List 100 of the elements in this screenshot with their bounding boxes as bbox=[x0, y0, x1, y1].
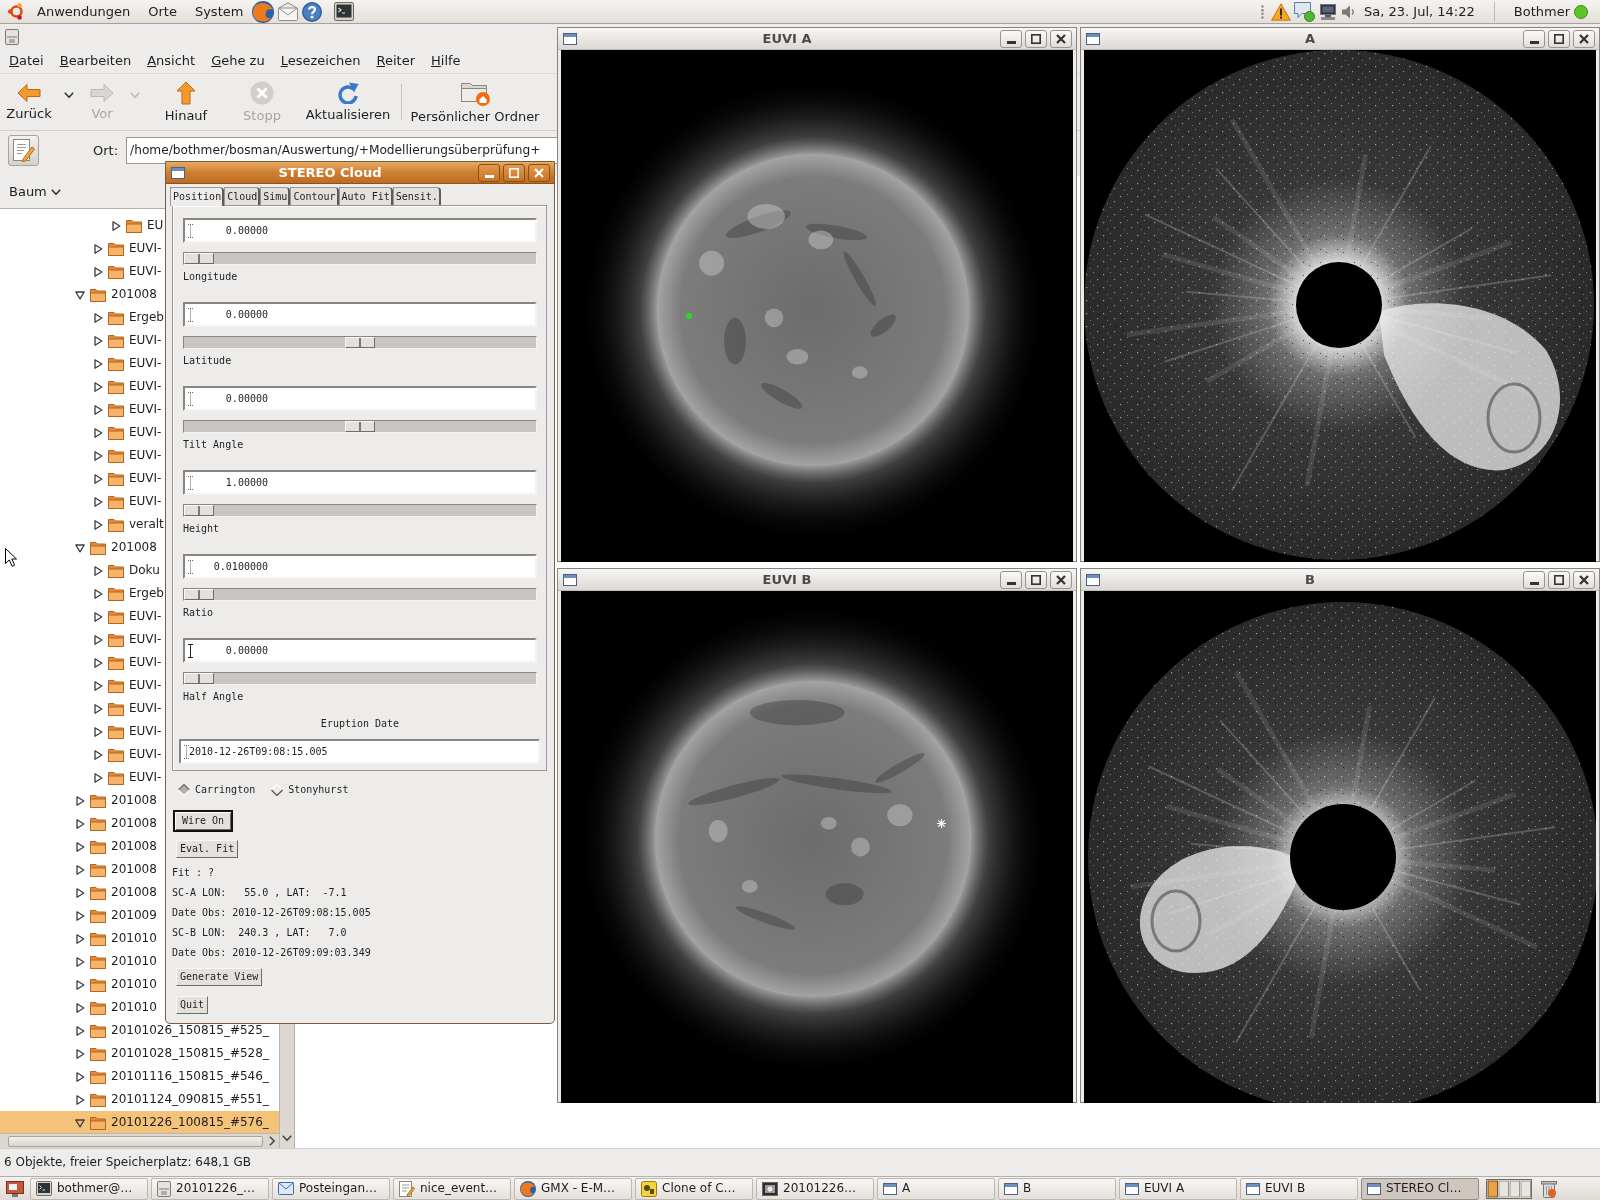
tree-item[interactable]: EUVI- bbox=[91, 766, 164, 789]
taskbar-button[interactable]: EUVI B bbox=[1240, 1177, 1358, 1200]
tab[interactable]: Auto Fit bbox=[338, 187, 393, 205]
menu-item[interactable]: Bearbeiten bbox=[51, 52, 140, 69]
expander-icon[interactable] bbox=[93, 749, 103, 760]
view-dropdown[interactable]: Baum bbox=[7, 183, 63, 201]
tree-item[interactable]: EUVI- bbox=[91, 352, 164, 375]
expander-icon[interactable] bbox=[93, 680, 103, 691]
minimize-button[interactable] bbox=[1523, 570, 1545, 589]
expander-icon[interactable] bbox=[75, 795, 85, 806]
minimize-button[interactable] bbox=[1000, 570, 1022, 589]
horizontal-scrollbar[interactable] bbox=[0, 1133, 279, 1148]
window-icon[interactable] bbox=[1086, 573, 1100, 586]
expander-icon[interactable] bbox=[75, 933, 85, 944]
taskbar-button[interactable]: GMX - E-M… bbox=[514, 1177, 632, 1200]
tree-item[interactable]: EUVI- bbox=[91, 651, 164, 674]
tree-item[interactable]: 20101116_150815_#546_ bbox=[73, 1065, 271, 1088]
chat-bubble-icon[interactable] bbox=[1294, 1, 1316, 22]
tab[interactable]: Position bbox=[170, 187, 225, 206]
expander-icon[interactable] bbox=[93, 772, 103, 783]
tree-item[interactable]: EUVI- bbox=[91, 237, 164, 260]
slider-thumb[interactable] bbox=[184, 673, 214, 684]
warning-icon[interactable] bbox=[1271, 2, 1292, 21]
envelope-icon[interactable] bbox=[278, 2, 299, 21]
tree-item[interactable]: EUVI- bbox=[91, 421, 164, 444]
menu-item[interactable]: System bbox=[185, 3, 253, 20]
expander-icon[interactable] bbox=[75, 1117, 85, 1128]
tree-item[interactable]: EUVI- bbox=[91, 628, 164, 651]
dialog-button[interactable]: Wire On bbox=[173, 810, 234, 832]
slider-track[interactable] bbox=[183, 504, 537, 517]
back-button[interactable]: Zurück bbox=[0, 76, 58, 128]
slider-track[interactable] bbox=[183, 336, 537, 349]
trash-icon[interactable] bbox=[1541, 1179, 1557, 1198]
up-button[interactable]: Hinauf bbox=[146, 76, 226, 128]
tree-item[interactable]: Ergeb bbox=[91, 582, 166, 605]
input-field[interactable]: 1.00000 bbox=[183, 470, 537, 495]
expander-icon[interactable] bbox=[75, 1002, 85, 1013]
expander-icon[interactable] bbox=[75, 542, 85, 553]
expander-icon[interactable] bbox=[93, 335, 103, 346]
close-button[interactable] bbox=[1573, 29, 1595, 48]
taskbar-button[interactable]: bothmer@… bbox=[30, 1177, 148, 1200]
menu-item[interactable]: Datei bbox=[1, 52, 52, 69]
tree-item[interactable]: EUVI- bbox=[91, 720, 164, 743]
expander-icon[interactable] bbox=[111, 220, 121, 231]
close-button[interactable] bbox=[1050, 570, 1072, 589]
menu-item[interactable]: Reiter bbox=[368, 52, 424, 69]
taskbar-button[interactable]: Posteingan… bbox=[272, 1177, 390, 1200]
clock[interactable]: Sa, 23. Jul, 14:22 bbox=[1355, 3, 1484, 20]
tree-item[interactable]: 201008 bbox=[73, 835, 159, 858]
help-icon[interactable] bbox=[302, 1, 323, 22]
expander-icon[interactable] bbox=[93, 611, 103, 622]
slider-thumb[interactable] bbox=[345, 421, 375, 432]
menu-item[interactable]: Ansicht bbox=[139, 52, 204, 69]
expander-icon[interactable] bbox=[75, 956, 85, 967]
expander-icon[interactable] bbox=[93, 381, 103, 392]
minimize-button[interactable] bbox=[478, 163, 500, 182]
slider-track[interactable] bbox=[183, 420, 537, 433]
expander-icon[interactable] bbox=[75, 1025, 85, 1036]
maximize-button[interactable] bbox=[1025, 29, 1047, 48]
menu-item[interactable]: Hilfe bbox=[423, 52, 469, 69]
expander-icon[interactable] bbox=[75, 1094, 85, 1105]
slider-thumb[interactable] bbox=[184, 589, 214, 600]
input-field[interactable]: 2010-12-26T09:08:15.005 bbox=[179, 739, 540, 764]
tree-item[interactable]: EU bbox=[109, 214, 166, 237]
window-icon[interactable] bbox=[1086, 32, 1100, 45]
tab[interactable]: Cloud bbox=[224, 187, 261, 205]
workspace-switcher-icon[interactable] bbox=[1486, 1178, 1532, 1199]
expander-icon[interactable] bbox=[93, 726, 103, 737]
tree-item[interactable]: 201010 bbox=[73, 927, 159, 950]
home-button[interactable]: Persönlicher Ordner bbox=[405, 76, 545, 128]
tree-item[interactable]: 201010 bbox=[73, 973, 159, 996]
input-field[interactable]: 0.00000 bbox=[183, 638, 537, 663]
close-button[interactable] bbox=[1050, 29, 1072, 48]
input-field[interactable]: 0.00000 bbox=[183, 302, 537, 327]
expander-icon[interactable] bbox=[93, 565, 103, 576]
expander-icon[interactable] bbox=[75, 910, 85, 921]
circle-logo-icon[interactable] bbox=[8, 3, 25, 20]
slider-track[interactable] bbox=[183, 252, 537, 265]
slider-thumb[interactable] bbox=[184, 505, 214, 516]
tab[interactable]: Sensit. bbox=[392, 187, 441, 205]
taskbar-button[interactable]: Clone of C… bbox=[635, 1177, 753, 1200]
tree-item[interactable]: 201009 bbox=[73, 904, 159, 927]
expander-icon[interactable] bbox=[93, 588, 103, 599]
expander-icon[interactable] bbox=[75, 289, 85, 300]
terminal-icon[interactable] bbox=[334, 2, 355, 21]
tree-item[interactable]: EUVI- bbox=[91, 444, 164, 467]
dialog-button[interactable]: Eval. Fit bbox=[176, 840, 239, 858]
scrollbar-thumb[interactable] bbox=[8, 1135, 263, 1147]
tree-item[interactable]: EUVI- bbox=[91, 743, 164, 766]
dialog-button[interactable]: Quit bbox=[176, 996, 209, 1014]
expander-icon[interactable] bbox=[75, 841, 85, 852]
tree-item[interactable]: 20101026_150815_#525_ bbox=[73, 1019, 271, 1042]
taskbar-button[interactable]: 20101226_… bbox=[151, 1177, 269, 1200]
expander-icon[interactable] bbox=[93, 266, 103, 277]
input-field[interactable]: 0.00000 bbox=[183, 218, 537, 243]
tree-item[interactable]: EUVI- bbox=[91, 605, 164, 628]
tree-item[interactable]: 201008 bbox=[73, 812, 159, 835]
expander-icon[interactable] bbox=[93, 703, 103, 714]
close-button[interactable] bbox=[1573, 570, 1595, 589]
expander-icon[interactable] bbox=[93, 427, 103, 438]
